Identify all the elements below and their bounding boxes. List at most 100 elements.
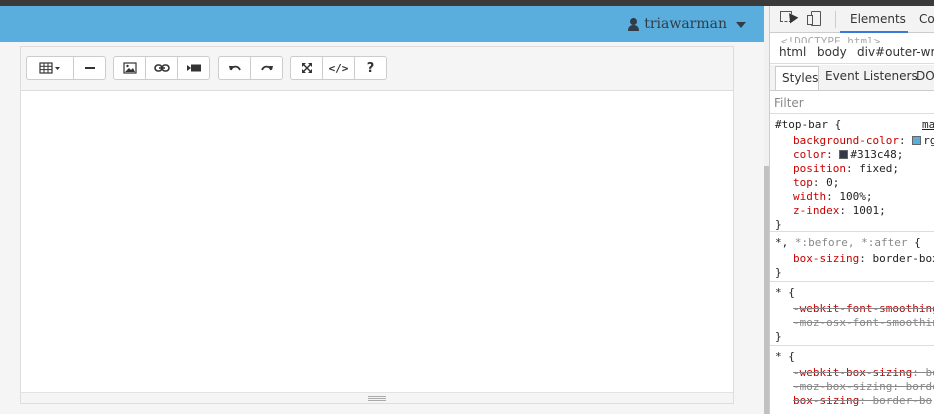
rule-property[interactable]: background-color: rg (793, 134, 934, 148)
property-name: -moz-osx-font-smoothin (793, 316, 934, 329)
property-name: position (793, 162, 846, 175)
property-value: rg (923, 134, 934, 147)
breadcrumb-html[interactable]: html (779, 45, 806, 59)
editor-resize-bar[interactable] (21, 392, 733, 403)
selector-pseudo: *:before, *:after (794, 236, 908, 249)
property-value: 1001; (852, 204, 886, 217)
property-name: z-index (793, 204, 840, 217)
dom-tree-doctype[interactable]: <!DOCTYPE html> (781, 35, 880, 43)
device-tablet-shape (807, 15, 813, 25)
property-name: -webkit-box-sizing (793, 366, 913, 379)
style-rule: * { -webkit-font-smoothing -moz-osx-font… (770, 282, 934, 346)
rule-selector[interactable]: *, *:before, *:after { (775, 236, 921, 250)
toolbar-group-insert (113, 56, 210, 80)
property-value: fixed; (859, 162, 899, 175)
toolbar-group-table (26, 56, 106, 80)
video-icon (186, 64, 201, 72)
tab-separator (835, 11, 836, 28)
image-icon (122, 62, 137, 74)
rule-property[interactable]: box-sizing: border-box; (793, 252, 934, 266)
insert-image-button[interactable] (113, 56, 146, 80)
resize-grip-icon (368, 395, 386, 401)
horizontal-rule-button[interactable] (73, 56, 106, 80)
style-rule: #top-bar { ma background-color: rg color… (770, 114, 934, 232)
property-name: top (793, 176, 813, 189)
table-icon (39, 62, 60, 74)
rule-property-overridden[interactable]: -webkit-box-sizing: bo (793, 366, 934, 380)
fullscreen-button[interactable] (290, 56, 323, 80)
table-dropdown-button[interactable] (26, 56, 74, 80)
rule-property-overridden[interactable]: -moz-box-sizing: borde (793, 380, 934, 394)
redo-icon (260, 65, 273, 71)
rule-close-brace: } (775, 330, 782, 343)
rich-text-editor: </> ? (20, 46, 734, 404)
property-value: 100%; (839, 190, 873, 203)
user-icon (628, 17, 640, 31)
help-button[interactable]: ? (354, 56, 387, 80)
property-name: color (793, 148, 827, 161)
rule-close-brace: } (775, 266, 782, 279)
tab-console[interactable]: Co (919, 6, 934, 33)
property-value: border-box; (872, 252, 934, 265)
code-view-label: </> (328, 61, 349, 75)
style-rule: * { -webkit-box-sizing: bo -moz-box-sizi… (770, 346, 934, 414)
editor-toolbar: </> ? (21, 47, 733, 91)
property-value: 0; (826, 176, 840, 189)
screen: triawarman </> ? Elements Co <!DOCTYPE h… (0, 0, 934, 414)
rule-property[interactable]: position: fixed; (793, 162, 899, 176)
device-toolbar-icon[interactable] (807, 11, 823, 27)
color-swatch-icon[interactable] (839, 150, 849, 159)
property-name: width (793, 190, 827, 203)
breadcrumb-outer-wrap[interactable]: div#outer-wrap (857, 45, 934, 59)
minus-icon (84, 67, 95, 69)
link-icon (153, 64, 170, 72)
devtools-panel: Elements Co <!DOCTYPE html> html body di… (769, 6, 934, 414)
sidebar-tab-bar: Styles Event Listeners DOM (770, 65, 934, 91)
rule-property[interactable]: top: 0; (793, 176, 839, 190)
property-value: #313c48; (850, 148, 904, 161)
user-name: triawarman (644, 16, 727, 32)
app-viewport: triawarman </> ? (0, 6, 764, 414)
undo-button[interactable] (218, 56, 251, 80)
property-name: background-color (793, 134, 899, 147)
property-name: box-sizing (793, 394, 860, 407)
insert-video-button[interactable] (177, 56, 210, 80)
rule-selector[interactable]: #top-bar { (775, 118, 841, 132)
rule-property-overridden[interactable]: box-sizing: border-bo (793, 394, 932, 408)
rule-property[interactable]: z-index: 1001; (793, 204, 886, 218)
filter-input[interactable] (774, 94, 929, 112)
styles-filter (770, 92, 934, 114)
devtools-tab-bar: Elements Co (770, 6, 934, 33)
rule-property-overridden[interactable]: -moz-osx-font-smoothin (793, 316, 934, 330)
tab-event-listeners[interactable]: Event Listeners (825, 69, 918, 83)
rule-property[interactable]: width: 100%; (793, 190, 873, 204)
tab-styles[interactable]: Styles (775, 66, 819, 90)
rule-selector[interactable]: * { (775, 350, 795, 364)
help-label: ? (366, 60, 375, 76)
redo-button[interactable] (250, 56, 283, 80)
selector-end: { (907, 236, 921, 249)
color-swatch-icon[interactable] (912, 136, 922, 145)
code-view-button[interactable]: </> (322, 56, 355, 80)
breadcrumb: html body div#outer-wrap (770, 43, 934, 64)
rule-property-overridden[interactable]: -webkit-font-smoothing (793, 302, 934, 316)
property-name: -moz-box-sizing (793, 380, 893, 393)
tab-dom-breakpoints[interactable]: DOM (916, 69, 934, 83)
rule-selector[interactable]: * { (775, 286, 795, 300)
property-value: bo (925, 366, 934, 379)
property-value: borde (905, 380, 934, 393)
rule-property[interactable]: color: #313c48; (793, 148, 903, 162)
tab-elements[interactable]: Elements (840, 6, 908, 33)
toolbar-group-history (218, 56, 283, 80)
selector-main: *, (775, 236, 795, 249)
top-bar: triawarman (0, 6, 764, 42)
editor-content-area[interactable] (21, 92, 733, 392)
inspect-element-icon[interactable] (780, 10, 799, 27)
breadcrumb-body[interactable]: body (817, 45, 847, 59)
insert-link-button[interactable] (145, 56, 178, 80)
user-menu[interactable]: triawarman (628, 15, 746, 33)
property-name: -webkit-font-smoothing (793, 302, 934, 315)
expand-icon (301, 63, 312, 73)
rule-source-link[interactable]: ma (922, 118, 934, 132)
style-rule: *, *:before, *:after { box-sizing: borde… (770, 232, 934, 282)
